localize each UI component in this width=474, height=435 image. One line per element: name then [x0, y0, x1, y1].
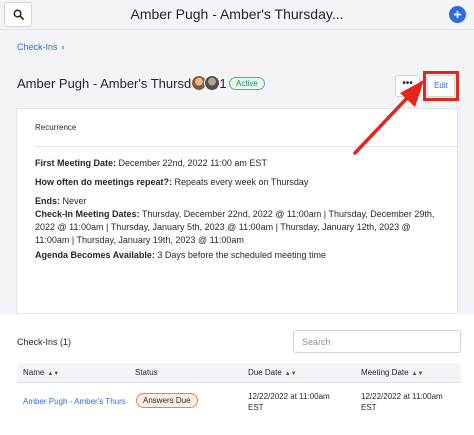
due-date-cell: 12/22/2022 at 11:00am EST [248, 392, 330, 412]
ends-label: Ends: [35, 196, 61, 206]
window-title: Amber Pugh - Amber's Thursday... [130, 6, 344, 22]
column-label: Due Date [248, 368, 282, 377]
top-bar: Amber Pugh - Amber's Thursday... [0, 0, 474, 30]
add-button[interactable] [449, 6, 466, 23]
breadcrumb: Check-Ins › [17, 42, 65, 52]
meeting-date-cell: 12/22/2022 at 11:00am EST [361, 392, 443, 412]
first-meeting-date: First Meeting Date: December 22nd, 2022 … [35, 157, 445, 170]
main-content: Check-Ins › Amber Pugh - Amber's Thursday… [0, 30, 474, 314]
sort-icon: ▲▼ [411, 371, 424, 377]
sort-icon: ▲▼ [47, 371, 60, 377]
ends-value: Never [60, 196, 87, 206]
column-header-status: Status [135, 368, 158, 377]
participant-avatars [191, 75, 223, 91]
meeting-dates-label: Check-In Meeting Dates: [35, 209, 140, 219]
status-badge: Answers Due [136, 393, 198, 408]
breadcrumb-checkins-link[interactable]: Check-Ins [17, 42, 58, 52]
table-header: Name ▲▼ Status Due Date ▲▼ Meeting Date ▲▼ [17, 363, 461, 383]
checkins-search-input[interactable] [293, 330, 461, 353]
sort-icon: ▲▼ [284, 371, 297, 377]
table-row[interactable]: Amber Pugh - Amber's Thurs Answers Due 1… [17, 384, 461, 424]
avatar [204, 75, 220, 91]
repeat-label: How often do meetings repeat?: [35, 177, 173, 187]
recurrence-heading: Recurrence [35, 123, 77, 132]
column-label: Name [23, 368, 45, 377]
first-meeting-label: First Meeting Date: [35, 158, 117, 168]
column-label: Meeting Date [361, 368, 409, 377]
meeting-dates: Check-In Meeting Dates: Thursday, Decemb… [35, 208, 445, 247]
ends: Ends: Never [35, 195, 445, 208]
column-header-meeting-date[interactable]: Meeting Date ▲▼ [361, 368, 423, 377]
agenda-label: Agenda Becomes Available: [35, 250, 155, 260]
first-meeting-value: December 22nd, 2022 11:00 am EST [116, 158, 267, 168]
breadcrumb-separator: › [61, 42, 65, 52]
checkin-name-link[interactable]: Amber Pugh - Amber's Thurs [23, 396, 127, 407]
repeat-frequency: How often do meetings repeat?: Repeats e… [35, 176, 445, 189]
annotation-arrow-icon [353, 80, 424, 155]
agenda-value: 3 Days before the scheduled meeting time [154, 250, 326, 260]
plus-icon [453, 10, 462, 19]
column-header-due-date[interactable]: Due Date ▲▼ [248, 368, 297, 377]
status-badge: Active [229, 77, 265, 90]
agenda-available: Agenda Becomes Available: 3 Days before … [35, 249, 445, 262]
column-label: Status [135, 368, 158, 377]
checkins-section-title: Check-Ins (1) [17, 337, 72, 347]
column-header-name[interactable]: Name ▲▼ [23, 368, 59, 377]
repeat-value: Repeats every week on Thursday [172, 177, 309, 187]
